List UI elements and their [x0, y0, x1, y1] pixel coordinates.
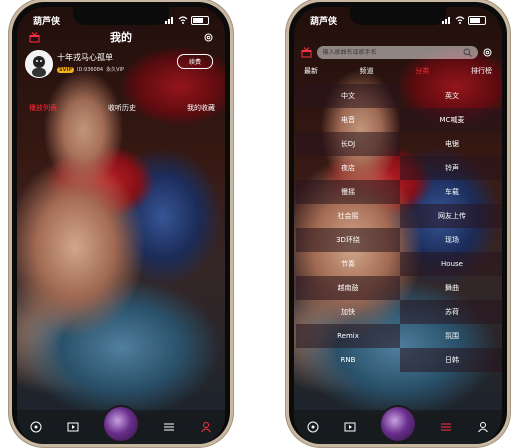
- category-item[interactable]: 节奏: [296, 252, 400, 276]
- screen-my: 葫芦侠 我的 十年戎马心孤单 SVIP ID:936084 永久VIP 续费 播…: [17, 7, 225, 444]
- menu-icon[interactable]: [438, 419, 454, 435]
- battery-icon: [191, 15, 209, 25]
- phone-right: 葫芦侠 最新: [285, 0, 511, 448]
- status-app-name: 葫芦侠: [310, 16, 338, 27]
- category-item[interactable]: 中文: [296, 84, 400, 108]
- phone-left: 葫芦侠 我的 十年戎马心孤单 SVIP ID:936084 永久VIP 续费 播…: [8, 0, 234, 448]
- user-id: ID:936084: [77, 66, 104, 73]
- category-item[interactable]: 现场: [400, 228, 502, 252]
- status-bar: 葫芦侠: [310, 13, 486, 27]
- signal-icon: [165, 16, 175, 24]
- bottom-nav: [17, 405, 225, 444]
- wifi-icon: [178, 16, 188, 24]
- category-item[interactable]: 社会摇: [296, 204, 400, 228]
- tab-categories[interactable]: 分类: [415, 66, 429, 76]
- music-disc-icon[interactable]: [28, 419, 44, 435]
- category-item[interactable]: 电锯: [400, 132, 502, 156]
- phone-bezel: 葫芦侠 最新: [289, 2, 507, 444]
- category-item[interactable]: 3D环绕: [296, 228, 400, 252]
- gift-icon[interactable]: [27, 30, 41, 44]
- category-item[interactable]: 舞曲: [400, 276, 502, 300]
- category-item[interactable]: 慢摇: [296, 180, 400, 204]
- tab-latest[interactable]: 最新: [304, 66, 318, 76]
- category-item[interactable]: 苏荷: [400, 300, 502, 324]
- video-icon[interactable]: [342, 419, 358, 435]
- status-app-name: 葫芦侠: [33, 16, 61, 27]
- category-item[interactable]: House: [400, 252, 502, 276]
- link-favorites[interactable]: 我的收藏: [187, 103, 215, 113]
- vip-status: 永久VIP: [106, 67, 125, 73]
- search-icon[interactable]: [463, 48, 472, 57]
- category-item[interactable]: 电音: [296, 108, 400, 132]
- wifi-icon: [455, 16, 465, 24]
- category-item[interactable]: 车载: [400, 180, 502, 204]
- bottom-nav: [294, 405, 502, 444]
- category-item[interactable]: 网友上传: [400, 204, 502, 228]
- page-title: 我的: [110, 31, 132, 44]
- search-bar: [300, 45, 494, 60]
- video-icon[interactable]: [65, 419, 81, 435]
- svip-badge: SVIP: [57, 66, 74, 73]
- screen-category: 葫芦侠 最新: [294, 7, 502, 444]
- menu-icon[interactable]: [161, 419, 177, 435]
- gift-icon[interactable]: [300, 46, 313, 60]
- profile-card[interactable]: 十年戎马心孤单 SVIP ID:936084 永久VIP 续费: [25, 50, 217, 80]
- category-item[interactable]: 英文: [400, 84, 502, 108]
- tab-bar: 最新 频道 分类 排行榜: [300, 66, 496, 76]
- now-playing-disc[interactable]: [378, 405, 417, 443]
- now-playing-disc[interactable]: [101, 405, 140, 443]
- category-item[interactable]: 越南鼓: [296, 276, 400, 300]
- music-disc-icon[interactable]: [305, 419, 321, 435]
- quick-links: 播放列表 收听历史 我的收藏: [29, 103, 215, 113]
- category-item[interactable]: 日韩: [400, 348, 502, 372]
- settings-gear-icon[interactable]: [201, 30, 215, 44]
- link-playlist[interactable]: 播放列表: [29, 103, 57, 113]
- renew-button[interactable]: 续费: [177, 54, 213, 69]
- search-input[interactable]: [322, 49, 463, 56]
- category-item[interactable]: 长DJ: [296, 132, 400, 156]
- link-history[interactable]: 收听历史: [108, 103, 136, 113]
- category-item[interactable]: MC喊麦: [400, 108, 502, 132]
- tab-channels[interactable]: 频道: [360, 66, 374, 76]
- settings-gear-icon[interactable]: [482, 46, 495, 60]
- user-icon[interactable]: [198, 419, 214, 435]
- category-item[interactable]: Remix: [296, 324, 400, 348]
- phone-bezel: 葫芦侠 我的 十年戎马心孤单 SVIP ID:936084 永久VIP 续费 播…: [12, 2, 230, 444]
- category-item[interactable]: 铃声: [400, 156, 502, 180]
- avatar[interactable]: [25, 50, 53, 78]
- signal-icon: [442, 16, 452, 24]
- username: 十年戎马心孤单: [57, 53, 113, 62]
- tab-charts[interactable]: 排行榜: [471, 66, 492, 76]
- category-item[interactable]: 夜店: [296, 156, 400, 180]
- category-item[interactable]: 氛围: [400, 324, 502, 348]
- category-item[interactable]: 加快: [296, 300, 400, 324]
- battery-icon: [468, 15, 486, 25]
- status-bar: 葫芦侠: [33, 13, 209, 27]
- user-icon[interactable]: [475, 419, 491, 435]
- category-item[interactable]: RNB: [296, 348, 400, 372]
- search-field[interactable]: [316, 46, 478, 59]
